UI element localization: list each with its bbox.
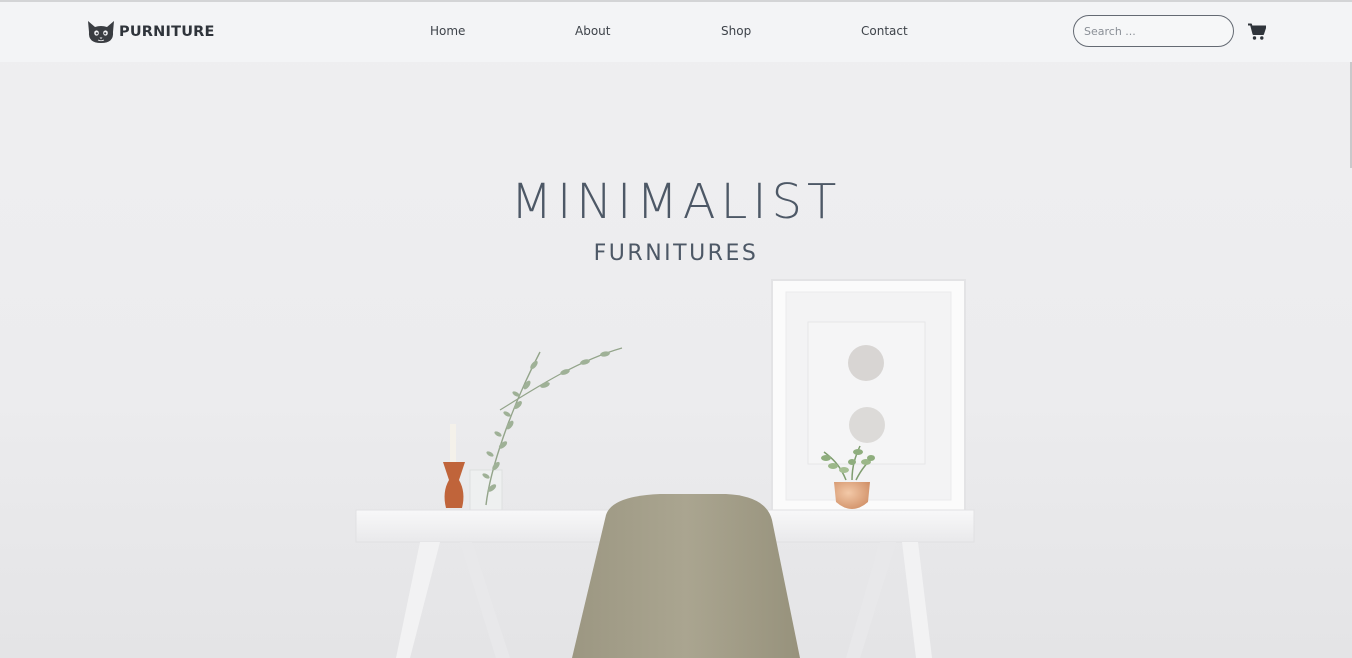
brand-name: PURNITURE: [119, 24, 215, 40]
cat-icon: [88, 21, 114, 43]
hero-subtitle: FURNITURES: [593, 241, 759, 266]
vase-with-branch: [469, 347, 623, 511]
nav-home[interactable]: Home: [430, 24, 465, 38]
brand-logo[interactable]: PURNITURE: [86, 19, 215, 45]
nav-contact[interactable]: Contact: [861, 24, 908, 38]
nav-shop[interactable]: Shop: [721, 24, 751, 38]
page: PURNITURE Home About Shop Contact MINIMA…: [0, 0, 1352, 658]
cart-icon[interactable]: [1248, 23, 1266, 41]
navbar: PURNITURE Home About Shop Contact: [0, 2, 1352, 62]
picture-frame: [771, 279, 966, 513]
candle-holder: [443, 424, 465, 508]
search-input[interactable]: [1073, 15, 1234, 47]
hero-image: [355, 279, 975, 658]
chair: [572, 494, 800, 658]
nav-about[interactable]: About: [575, 24, 610, 38]
hero-title: MINIMALIST: [510, 174, 842, 230]
